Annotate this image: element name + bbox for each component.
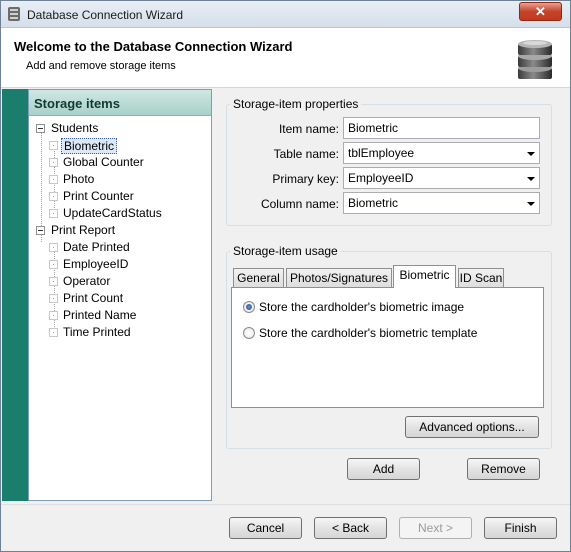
table-name-value: tblEmployee <box>348 146 415 160</box>
add-button[interactable]: Add <box>347 458 420 480</box>
table-name-dropdown[interactable]: tblEmployee <box>343 142 540 164</box>
wizard-window: Database Connection Wizard ✕ Welcome to … <box>0 0 571 552</box>
tree-group-print-report[interactable]: Print Report <box>29 222 209 239</box>
leaf-icon <box>49 209 58 218</box>
leaf-icon <box>49 328 58 337</box>
tree-item-operator[interactable]: Operator <box>29 273 209 290</box>
tab-photos-signatures[interactable]: Photos/Signatures <box>286 268 392 288</box>
tree-item-photo[interactable]: Photo <box>29 171 209 188</box>
tree-group-students[interactable]: Students <box>29 120 209 137</box>
advanced-options-button[interactable]: Advanced options... <box>405 416 539 438</box>
biometric-template-label[interactable]: Store the cardholder's biometric templat… <box>259 326 477 340</box>
table-name-label: Table name: <box>273 147 339 161</box>
leaf-icon <box>49 294 58 303</box>
tree-item-biometric[interactable]: Biometric <box>29 137 209 154</box>
close-button[interactable]: ✕ <box>519 2 562 21</box>
tree-item-label: Photo <box>63 172 95 186</box>
properties-group-title: Storage-item properties <box>230 97 362 111</box>
next-button: Next > <box>399 517 472 539</box>
remove-button[interactable]: Remove <box>467 458 540 480</box>
page-subtitle: Add and remove storage items <box>26 60 176 72</box>
biometric-template-radio[interactable] <box>243 327 255 339</box>
tree-item-label: UpdateCardStatus <box>63 206 162 220</box>
footer-divider <box>1 504 570 505</box>
leaf-icon <box>49 260 58 269</box>
tree-item-label: Print Counter <box>63 189 134 203</box>
cancel-button[interactable]: Cancel <box>229 517 302 539</box>
tree-item-date-printed[interactable]: Date Printed <box>29 239 209 256</box>
tree-item-label: Global Counter <box>63 155 144 169</box>
tree-item-label: Operator <box>63 274 111 288</box>
sidebar-accent-strip <box>2 89 28 501</box>
finish-button[interactable]: Finish <box>484 517 557 539</box>
column-name-dropdown[interactable]: Biometric <box>343 192 540 214</box>
leaf-icon <box>49 192 58 201</box>
chevron-down-icon <box>527 152 535 156</box>
tree-item-label: Printed Name <box>63 308 137 322</box>
tree-item-label: Print Count <box>63 291 124 305</box>
leaf-icon <box>49 141 58 150</box>
primary-key-dropdown[interactable]: EmployeeID <box>343 167 540 189</box>
back-button[interactable]: < Back <box>314 517 387 539</box>
page-title: Welcome to the Database Connection Wizar… <box>14 39 293 54</box>
tab-general[interactable]: General <box>233 268 284 288</box>
primary-key-label: Primary key: <box>272 172 339 186</box>
tree-group-label: Print Report <box>51 223 116 237</box>
biometric-tab-panel: Store the cardholder's biometric image S… <box>231 287 544 408</box>
tree-item-update-card-status[interactable]: UpdateCardStatus <box>29 205 209 222</box>
wizard-header: Welcome to the Database Connection Wizar… <box>1 28 570 88</box>
chevron-down-icon <box>527 202 535 206</box>
window-title: Database Connection Wizard <box>27 8 184 22</box>
tree-item-print-counter[interactable]: Print Counter <box>29 188 209 205</box>
tab-biometric[interactable]: Biometric <box>393 265 456 288</box>
item-name-field[interactable]: Biometric <box>343 117 540 139</box>
tree-item-global-counter[interactable]: Global Counter <box>29 154 209 171</box>
tree-item-label: Date Printed <box>63 240 130 254</box>
app-icon <box>8 7 20 21</box>
tree-item-label: Biometric <box>61 138 118 154</box>
column-name-value: Biometric <box>348 196 399 210</box>
item-name-label: Item name: <box>278 122 339 136</box>
leaf-icon <box>49 311 58 320</box>
storage-items-pane: Storage items Students Biometric Global … <box>28 89 212 501</box>
leaf-icon <box>49 175 58 184</box>
tree-item-employee-id[interactable]: EmployeeID <box>29 256 209 273</box>
collapse-icon[interactable] <box>36 226 45 235</box>
tree-item-label: EmployeeID <box>63 257 129 271</box>
tree-item-time-printed[interactable]: Time Printed <box>29 324 209 341</box>
tree-group-label: Students <box>51 121 99 135</box>
biometric-image-radio[interactable] <box>243 301 255 313</box>
primary-key-value: EmployeeID <box>348 171 414 185</box>
title-bar[interactable]: Database Connection Wizard ✕ <box>1 1 570 28</box>
biometric-image-label[interactable]: Store the cardholder's biometric image <box>259 300 464 314</box>
storage-items-header: Storage items <box>29 90 211 116</box>
close-icon: ✕ <box>535 4 546 19</box>
database-icon <box>518 40 552 79</box>
tree-item-label: Time Printed <box>63 325 131 339</box>
chevron-down-icon <box>527 177 535 181</box>
leaf-icon <box>49 158 58 167</box>
leaf-icon <box>49 243 58 252</box>
leaf-icon <box>49 277 58 286</box>
storage-items-title: Storage items <box>34 96 120 111</box>
usage-group-title: Storage-item usage <box>230 244 341 258</box>
tree-item-printed-name[interactable]: Printed Name <box>29 307 209 324</box>
tree-item-print-count[interactable]: Print Count <box>29 290 209 307</box>
column-name-label: Column name: <box>260 197 339 211</box>
tab-id-scan[interactable]: ID Scan <box>458 268 504 288</box>
collapse-icon[interactable] <box>36 124 45 133</box>
